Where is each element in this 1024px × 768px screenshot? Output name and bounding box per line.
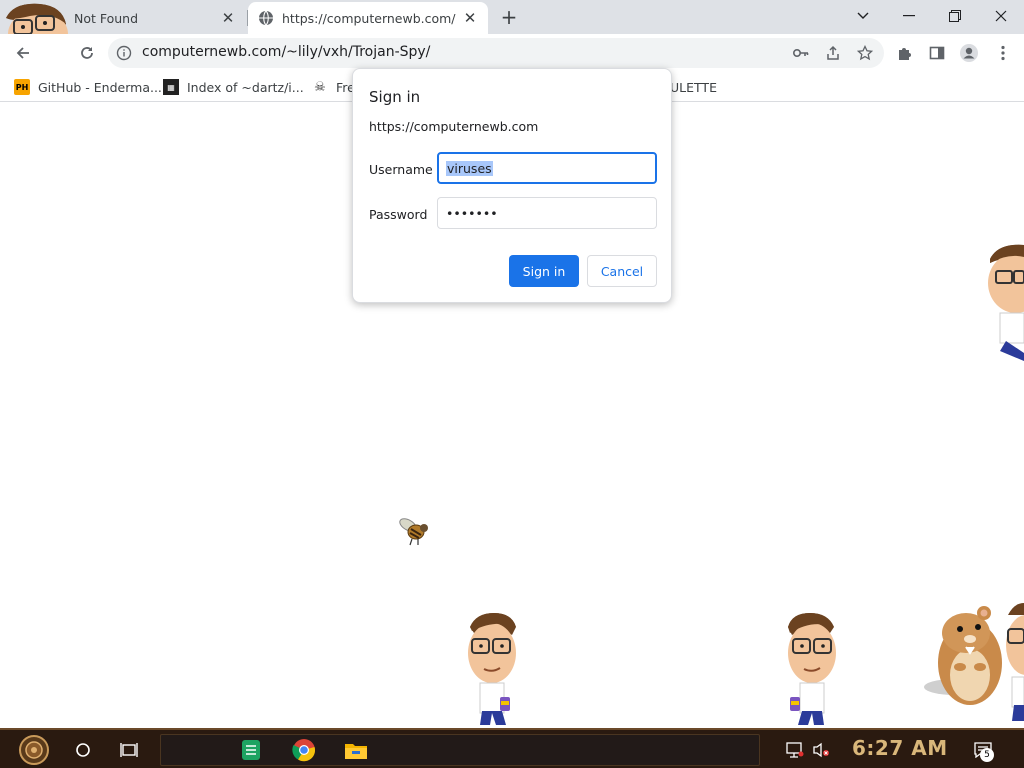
share-icon[interactable]: [824, 44, 842, 62]
skull-icon: ☠: [314, 79, 326, 95]
cartoon-man-sprite: [988, 244, 1024, 361]
cancel-button[interactable]: Cancel: [587, 255, 657, 287]
tab-strip: Not Found ✕ https://computernewb.com/~li…: [0, 0, 1024, 34]
sign-in-button[interactable]: Sign in: [509, 255, 579, 287]
spreadsheet-app-icon[interactable]: [236, 734, 266, 766]
new-tab-button[interactable]: +: [497, 6, 521, 30]
site-info-icon[interactable]: [116, 45, 132, 61]
close-tab-icon[interactable]: ✕: [462, 9, 478, 27]
tab-search-chevron-icon[interactable]: [840, 2, 886, 30]
search-circle-icon[interactable]: [68, 734, 98, 766]
cartoon-man-sprite: [468, 613, 516, 725]
task-view-icon[interactable]: [114, 734, 144, 766]
notification-count-badge: 5: [980, 748, 994, 762]
index-icon: ▦: [163, 79, 179, 95]
key-icon[interactable]: [792, 44, 810, 62]
cartoon-man-sprite: [788, 613, 836, 725]
username-input[interactable]: viruses: [437, 152, 657, 184]
bookmark-label: Index of ~dartz/i...: [187, 79, 304, 95]
sign-in-dialog: Sign in https://computernewb.com Usernam…: [352, 68, 672, 303]
cartoon-man-sprite: [1006, 603, 1024, 721]
minimize-button[interactable]: [886, 2, 932, 30]
bookmark-index[interactable]: ▦ Index of ~dartz/i...: [163, 77, 304, 97]
extensions-puzzle-icon[interactable]: [892, 40, 918, 66]
password-input[interactable]: •••••••: [437, 197, 657, 229]
address-bar[interactable]: computernewb.com/~lily/vxh/Trojan-Spy/: [108, 38, 884, 68]
restore-button[interactable]: [932, 2, 978, 30]
start-button[interactable]: [10, 734, 58, 766]
close-window-button[interactable]: [978, 2, 1024, 30]
password-value: •••••••: [446, 205, 498, 221]
taskbar: 6:27 AM 5: [0, 728, 1024, 768]
username-value: viruses: [446, 160, 493, 176]
back-button[interactable]: [10, 40, 36, 66]
taskbar-clock[interactable]: 6:27 AM: [852, 736, 948, 760]
hamster-sprite: [924, 606, 1002, 705]
dialog-title: Sign in: [369, 88, 421, 106]
volume-muted-icon[interactable]: [810, 734, 832, 766]
bookmark-label: ULETTE: [670, 79, 717, 95]
side-panel-icon[interactable]: [924, 40, 950, 66]
profile-avatar-icon[interactable]: [956, 40, 982, 66]
tab-active[interactable]: https://computernewb.com/~lily/vxh/Troja…: [248, 2, 488, 34]
steampunk-orb-icon: [19, 735, 49, 765]
network-icon[interactable]: [784, 734, 806, 766]
bee-sprite: [399, 518, 428, 546]
bookmark-github[interactable]: PH GitHub - Enderma...: [14, 77, 162, 97]
close-tab-icon[interactable]: ✕: [220, 9, 236, 27]
chrome-app-icon[interactable]: [288, 734, 320, 766]
ph-icon: PH: [14, 79, 30, 95]
globe-icon: [259, 10, 273, 26]
browser-toolbar: computernewb.com/~lily/vxh/Trojan-Spy/: [0, 34, 1024, 72]
tab-title: Not Found: [74, 10, 139, 26]
password-label: Password: [369, 207, 428, 222]
reload-button[interactable]: [74, 40, 100, 66]
bookmark-label: GitHub - Enderma...: [38, 79, 162, 95]
bookmark-roulette[interactable]: ULETTE: [670, 77, 717, 97]
tab-title: https://computernewb.com/~lily/vxh/Troja…: [282, 10, 456, 26]
more-menu-icon[interactable]: [990, 40, 1016, 66]
bookmark-fre[interactable]: ☠ Fre: [312, 77, 355, 97]
bookmark-star-icon[interactable]: [856, 44, 874, 62]
dialog-origin: https://computernewb.com: [369, 119, 539, 134]
file-explorer-icon[interactable]: [340, 734, 372, 766]
username-label: Username: [369, 162, 433, 177]
address-url: computernewb.com/~lily/vxh/Trojan-Spy/: [142, 44, 431, 60]
